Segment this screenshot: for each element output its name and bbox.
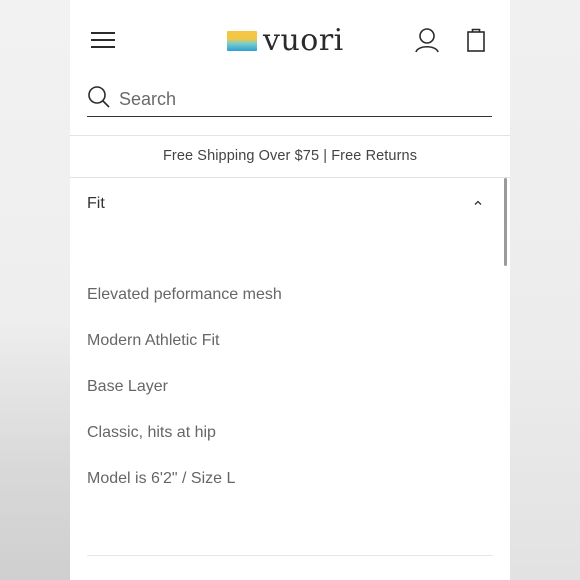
search-icon[interactable]: [87, 85, 111, 109]
shopping-bag-icon[interactable]: [466, 28, 486, 52]
promo-banner: Free Shipping Over $75 | Free Returns: [162, 148, 418, 164]
background-left: [0, 0, 70, 580]
chevron-up-icon: [474, 200, 482, 205]
user-icon[interactable]: [414, 27, 440, 53]
fit-accordion-toggle[interactable]: Fit: [87, 190, 487, 220]
divider: [87, 555, 493, 556]
logo-mark-icon: [227, 31, 257, 51]
scrollbar[interactable]: [504, 178, 507, 266]
list-item: Classic, hits at hip: [87, 424, 216, 441]
search-input[interactable]: [117, 85, 481, 113]
divider: [70, 177, 510, 178]
list-item: Elevated peformance mesh: [87, 286, 282, 303]
accordion-title: Fit: [87, 195, 105, 212]
list-item: Modern Athletic Fit: [87, 332, 220, 349]
site-header: vuori: [70, 0, 510, 80]
background-right: [510, 0, 580, 580]
brand-logo[interactable]: vuori: [227, 26, 344, 56]
fit-details-list: Elevated peformance mesh Modern Athletic…: [87, 283, 487, 513]
hamburger-menu-icon[interactable]: [91, 31, 115, 49]
search-bar: [87, 82, 492, 117]
list-item: Model is 6'2" / Size L: [87, 470, 236, 487]
brand-name: vuori: [263, 23, 344, 58]
list-item: Base Layer: [87, 378, 168, 395]
mobile-screen: vuori Free Shipping Over $75 | Free Retu…: [70, 0, 510, 580]
